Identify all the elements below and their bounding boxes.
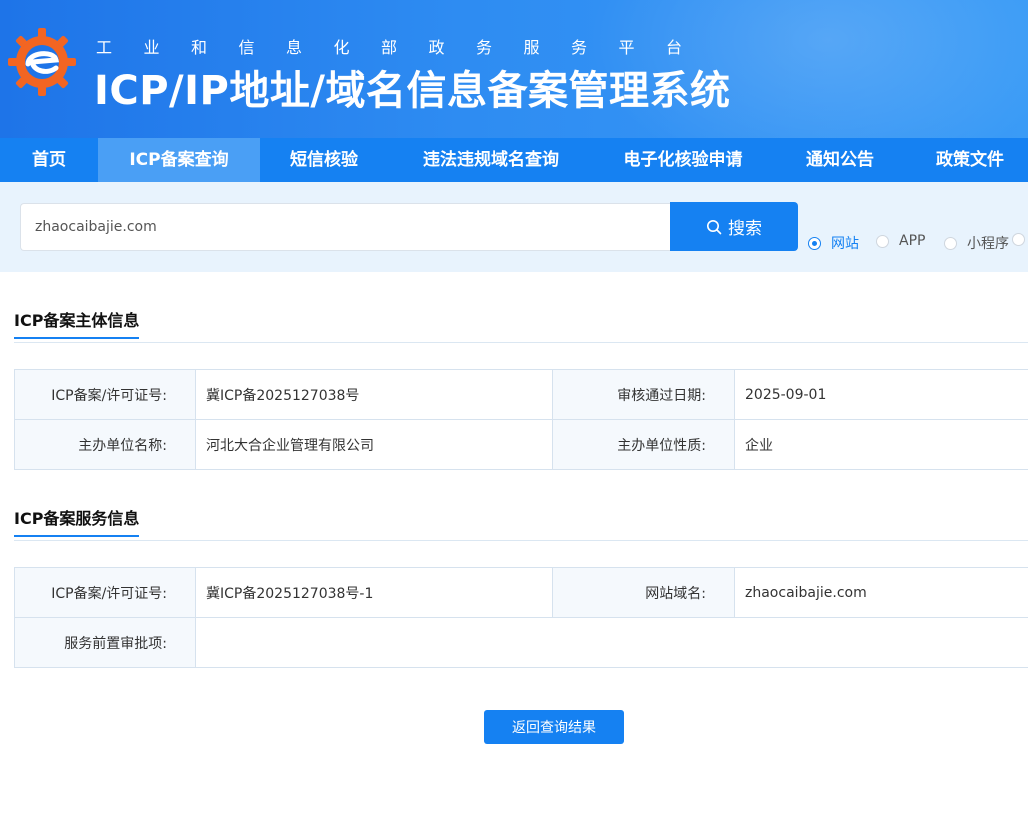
main-nav: 首页 ICP备案查询 短信核验 违法违规域名查询 电子化核验申请 通知公告 政策… [0, 138, 1028, 182]
service-license-value: 冀ICP备2025127038号-1 [195, 567, 553, 618]
radio-label: 小程序 [967, 236, 1009, 252]
radio-dot-icon [1012, 233, 1025, 246]
search-icon [707, 219, 722, 234]
miit-gear-logo-icon [8, 28, 76, 96]
radio-dot-icon [876, 234, 889, 248]
radio-label: 网站 [831, 236, 859, 252]
table-row: 服务前置审批项: [14, 617, 1028, 668]
license-number-value: 冀ICP备2025127038号 [195, 369, 553, 420]
organizer-type-label: 主办单位性质: [552, 419, 735, 470]
header-subtitle: 工业和信息化部政务服务平台 [96, 38, 714, 57]
approval-date-label: 审核通过日期: [552, 369, 735, 420]
nav-item-notices[interactable]: 通知公告 [772, 138, 908, 182]
table-row: ICP备案/许可证号: 冀ICP备2025127038号-1 网站域名: zha… [14, 567, 1028, 618]
domain-value: zhaocaibajie.com [734, 567, 1028, 618]
radio-website[interactable]: 网站 [808, 233, 859, 253]
service-section-title: ICP备案服务信息 [14, 505, 140, 537]
subject-info-table: ICP备案/许可证号: 冀ICP备2025127038号 审核通过日期: 202… [14, 369, 1028, 470]
radio-app[interactable]: APP [876, 233, 925, 249]
site-header: 工业和信息化部政务服务平台 ICP/IP地址/域名信息备案管理系统 [0, 0, 1028, 138]
section-divider [14, 342, 1028, 343]
search-bar: 搜索 网站 APP 小程序 [0, 182, 1028, 272]
organizer-type-value: 企业 [734, 419, 1028, 470]
radio-mini-program[interactable]: 小程序 [944, 233, 1009, 253]
organizer-name-value: 河北大合企业管理有限公司 [195, 419, 553, 470]
radio-dot-icon [944, 236, 957, 250]
radio-more[interactable] [1012, 233, 1028, 246]
search-input[interactable] [20, 203, 670, 251]
approval-date-value: 2025-09-01 [734, 369, 1028, 420]
subject-section-title: ICP备案主体信息 [14, 307, 140, 339]
pre-approval-label: 服务前置审批项: [14, 617, 196, 668]
nav-item-home[interactable]: 首页 [0, 138, 98, 182]
domain-label: 网站域名: [552, 567, 735, 618]
service-info-table: ICP备案/许可证号: 冀ICP备2025127038号-1 网站域名: zha… [14, 567, 1028, 668]
system-title: ICP/IP地址/域名信息备案管理系统 [94, 68, 731, 114]
pre-approval-value [195, 617, 1028, 668]
radio-label: APP [899, 233, 926, 249]
nav-item-electronic-verify[interactable]: 电子化核验申请 [594, 138, 772, 182]
service-license-label: ICP备案/许可证号: [14, 567, 196, 618]
nav-item-icp-query[interactable]: ICP备案查询 [98, 138, 260, 182]
organizer-name-label: 主办单位名称: [14, 419, 196, 470]
nav-item-sms-verify[interactable]: 短信核验 [260, 138, 388, 182]
license-number-label: ICP备案/许可证号: [14, 369, 196, 420]
nav-item-policy-docs[interactable]: 政策文件 [908, 138, 1028, 182]
nav-item-illegal-domain-query[interactable]: 违法违规域名查询 [388, 138, 594, 182]
search-button-label: 搜索 [728, 219, 762, 239]
search-button[interactable]: 搜索 [670, 202, 798, 251]
radio-dot-icon [808, 236, 821, 250]
table-row: ICP备案/许可证号: 冀ICP备2025127038号 审核通过日期: 202… [14, 369, 1028, 420]
section-divider [14, 540, 1028, 541]
table-row: 主办单位名称: 河北大合企业管理有限公司 主办单位性质: 企业 [14, 419, 1028, 470]
back-to-results-button[interactable]: 返回查询结果 [484, 710, 624, 744]
